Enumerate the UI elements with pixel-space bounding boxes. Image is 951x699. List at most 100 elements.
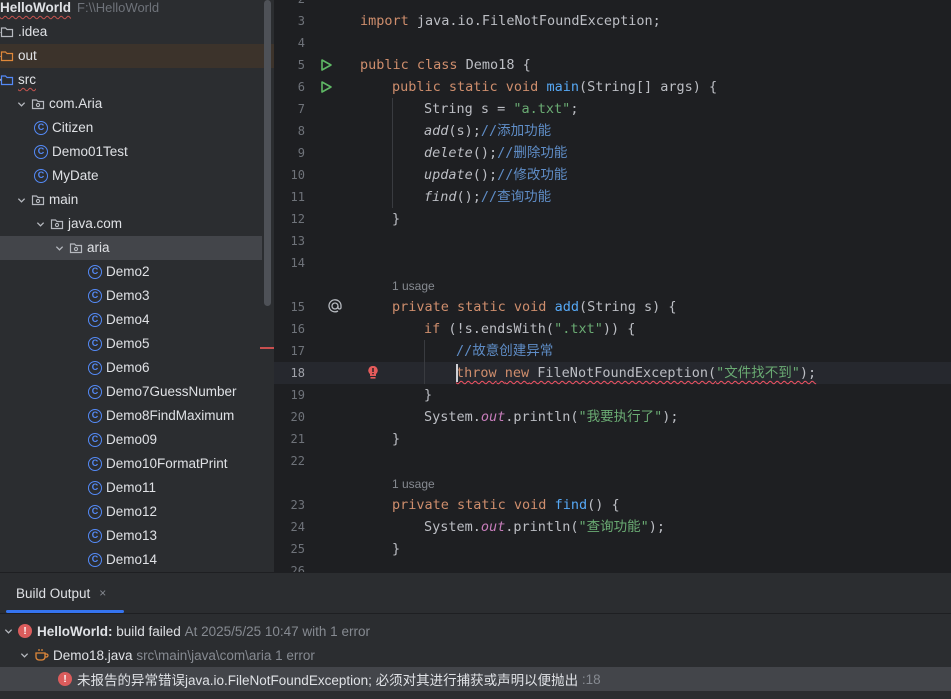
tree-item-label: Demo4 (106, 312, 150, 327)
build-error-row[interactable]: ! 未报告的异常错误java.io.FileNotFoundException;… (0, 667, 951, 691)
string-literal: "我要执行了" (578, 409, 663, 425)
tree-item-src[interactable]: src (0, 68, 262, 92)
line-number: 15 (290, 300, 305, 314)
line-number: 12 (290, 212, 305, 226)
comment: //查询功能 (480, 189, 552, 205)
code-line-6[interactable]: public static void main(String[] args) { (392, 76, 717, 98)
tree-item-demo10formatprint[interactable]: C Demo10FormatPrint (0, 452, 262, 476)
code-line-15[interactable]: private static void add(String s) { (392, 296, 677, 318)
tree-item-label: src (18, 72, 36, 87)
code-text: )) { (602, 321, 636, 337)
tree-item-mydate[interactable]: C MyDate (0, 164, 262, 188)
code-line-21[interactable]: } (392, 428, 400, 450)
method-name: find (554, 497, 588, 513)
tree-item-demo6[interactable]: C Demo6 (0, 356, 262, 380)
code-line-17[interactable]: //故意创建异常 (456, 340, 553, 362)
tree-item-demo13[interactable]: C Demo13 (0, 524, 262, 548)
tree-item--idea[interactable]: .idea (0, 20, 262, 44)
code-text: } (392, 211, 401, 227)
code-line-10[interactable]: update();//修改功能 (424, 164, 567, 186)
code-text: .println( (505, 519, 579, 535)
tree-item-demo12[interactable]: C Demo12 (0, 500, 262, 524)
tree-item-label: Demo8FindMaximum (106, 408, 235, 423)
code-line-11[interactable]: find();//查询功能 (424, 186, 551, 208)
comment: //添加功能 (480, 123, 552, 139)
code-line-20[interactable]: System.out.println("我要执行了"); (424, 406, 678, 428)
tree-item-demo2[interactable]: C Demo2 (0, 260, 262, 284)
code-line-25[interactable]: } (392, 538, 400, 560)
tree-item-aria[interactable]: aria (0, 236, 262, 260)
close-icon[interactable]: × (99, 586, 106, 600)
comment: //故意创建异常 (456, 343, 554, 359)
chevron-down-icon[interactable] (15, 188, 27, 212)
build-tool-window: Build Output × ! HelloWorld: build faile… (0, 572, 951, 699)
tree-item-label: Demo5 (106, 336, 150, 351)
run-main-icon[interactable] (319, 80, 333, 94)
code-line-23[interactable]: private static void find() { (392, 494, 620, 516)
code-line-8[interactable]: add(s);//添加功能 (424, 120, 551, 142)
tree-item-label: Citizen (52, 120, 94, 135)
tree-item-demo4[interactable]: C Demo4 (0, 308, 262, 332)
chevron-down-icon[interactable] (34, 212, 46, 236)
tree-item-citizen[interactable]: C Citizen (0, 116, 262, 140)
chevron-down-icon[interactable] (18, 643, 30, 667)
code-line-18-error[interactable]: throw new FileNotFoundException("文件找不到")… (456, 362, 816, 384)
chevron-down-icon[interactable] (2, 619, 14, 643)
method-call: update (424, 167, 473, 183)
chevron-down-icon[interactable] (53, 236, 65, 260)
line-number: 23 (290, 498, 305, 512)
string-literal: "查询功能" (578, 519, 649, 535)
indent-guide (392, 98, 393, 208)
tree-item-label: Demo10FormatPrint (106, 456, 228, 471)
tree-item-demo5[interactable]: C Demo5 (0, 332, 262, 356)
usage-hint[interactable]: 1 usage (392, 277, 435, 295)
tree-item-demo09[interactable]: C Demo09 (0, 428, 262, 452)
line-number: 25 (290, 542, 305, 556)
indent-guide (424, 340, 425, 384)
code-editor[interactable]: 2345678910111213141516171819202122232425… (274, 0, 951, 572)
error-message: 未报告的异常错误java.io.FileNotFoundException; 必… (77, 673, 579, 688)
line-number: 4 (297, 36, 305, 50)
excluded-folder-icon (0, 44, 14, 68)
tree-item-label: java.com (68, 216, 123, 231)
tree-item-java-com[interactable]: java.com (0, 212, 262, 236)
java-file-icon (35, 649, 49, 661)
error-bulb-icon[interactable] (367, 365, 379, 380)
keyword: import (360, 13, 409, 29)
build-result-row[interactable]: ! HelloWorld: build failed At 2025/5/25 … (0, 619, 951, 643)
tree-item-out[interactable]: out (0, 44, 274, 68)
code-line-16[interactable]: if (!s.endsWith(".txt")) { (424, 318, 635, 340)
code-line-5[interactable]: public class Demo18 { (360, 54, 531, 76)
package-icon (31, 188, 45, 212)
tree-item-demo11[interactable]: C Demo11 (0, 476, 262, 500)
tree-item-label: main (49, 192, 79, 207)
project-scrollbar[interactable] (264, 0, 271, 306)
method-call: delete (424, 145, 473, 161)
code-line-12[interactable]: } (392, 208, 400, 230)
line-number: 11 (290, 190, 305, 204)
tree-item-demo3[interactable]: C Demo3 (0, 284, 262, 308)
usage-hint[interactable]: 1 usage (392, 475, 435, 493)
tree-item-demo14[interactable]: C Demo14 (0, 548, 262, 572)
tree-item-main[interactable]: main (0, 188, 262, 212)
method-usage-icon[interactable] (328, 299, 342, 313)
code-line-7[interactable]: String s = "a.txt"; (424, 98, 578, 120)
code-line-24[interactable]: System.out.println("查询功能"); (424, 516, 665, 538)
tree-item-demo8findmaximum[interactable]: C Demo8FindMaximum (0, 404, 262, 428)
tree-item-helloworld[interactable]: HelloWorld F:\\HelloWorld (0, 0, 262, 20)
code-text: java.io.FileNotFoundException; (408, 13, 661, 29)
code-line-9[interactable]: delete();//删除功能 (424, 142, 567, 164)
build-file-row[interactable]: Demo18.java src\main\java\com\aria 1 err… (0, 643, 951, 667)
tree-item-com-aria[interactable]: com.Aria (0, 92, 262, 116)
line-number: 9 (297, 146, 305, 160)
code-line-3[interactable]: import java.io.FileNotFoundException; (360, 10, 661, 32)
chevron-down-icon[interactable] (15, 92, 27, 116)
tree-item-demo01test[interactable]: C Demo01Test (0, 140, 262, 164)
run-class-icon[interactable] (319, 58, 333, 72)
keyword: if (424, 321, 441, 337)
tab-label: Build Output (16, 585, 91, 601)
code-line-19[interactable]: } (424, 384, 432, 406)
tree-item-demo7guessnumber[interactable]: C Demo7GuessNumber (0, 380, 262, 404)
package-icon (69, 236, 83, 260)
tab-build-output[interactable]: Build Output × (0, 573, 122, 613)
